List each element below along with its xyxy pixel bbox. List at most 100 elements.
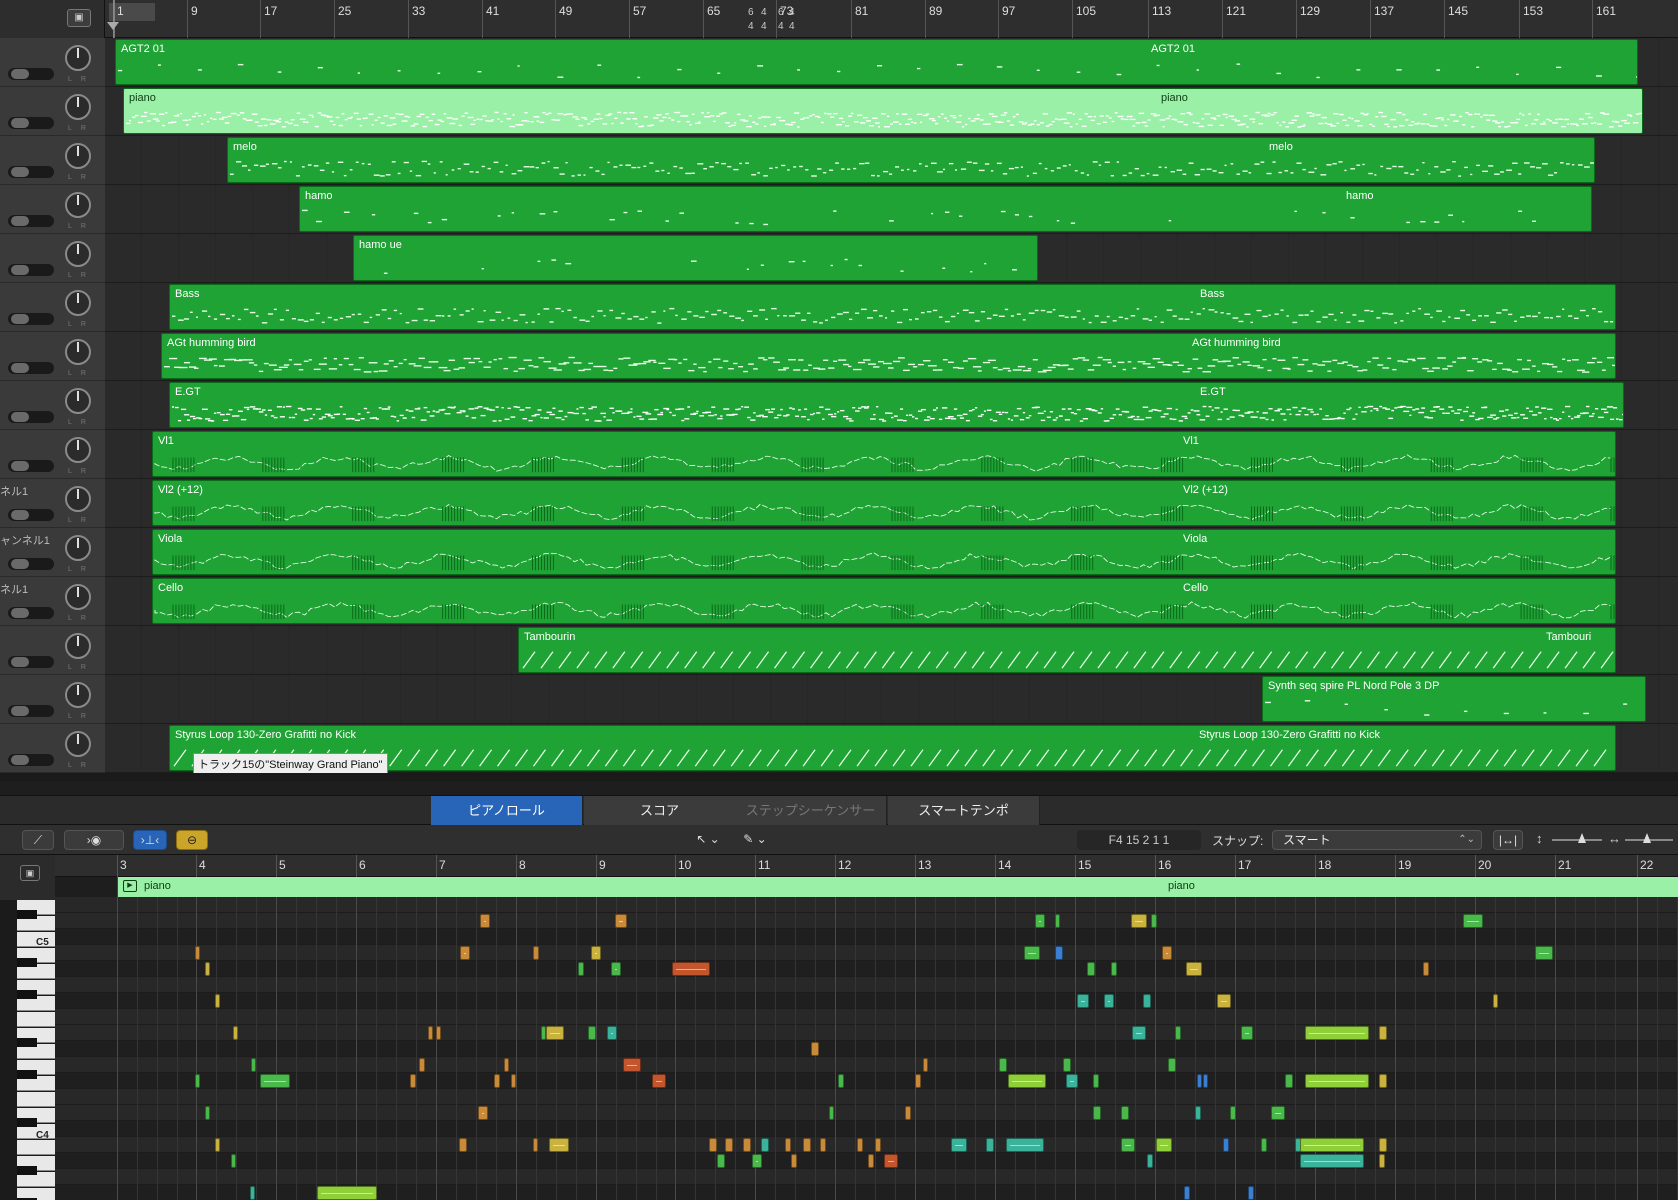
pointer-tool-menu[interactable]: ↖ ⌄ xyxy=(688,830,728,850)
pan-knob[interactable] xyxy=(65,584,91,610)
midi-note[interactable] xyxy=(915,1074,921,1088)
pencil-tool-menu[interactable]: ✎ ⌄ xyxy=(735,830,775,850)
volume-slider[interactable] xyxy=(8,166,54,178)
tracks-horizontal-scrollbar[interactable] xyxy=(0,773,1678,781)
midi-note[interactable] xyxy=(546,1026,564,1040)
black-key[interactable] xyxy=(17,1070,37,1079)
midi-note[interactable] xyxy=(1121,1138,1135,1152)
volume-slider-handle[interactable] xyxy=(11,412,29,422)
midi-note[interactable] xyxy=(1184,1186,1190,1200)
time-signature[interactable]: 6 4 xyxy=(748,6,754,34)
track-header[interactable]: LR xyxy=(0,675,105,724)
midi-note[interactable] xyxy=(1535,946,1553,960)
midi-region[interactable]: Vl1 Vl1 xyxy=(152,431,1616,477)
midi-note[interactable] xyxy=(1077,994,1089,1008)
midi-note[interactable] xyxy=(195,1074,200,1088)
midi-note[interactable] xyxy=(231,1154,236,1168)
midi-note[interactable] xyxy=(1300,1154,1364,1168)
midi-note[interactable] xyxy=(803,1138,811,1152)
midi-region[interactable]: melo melo xyxy=(227,137,1595,183)
midi-note[interactable] xyxy=(1162,946,1172,960)
midi-note[interactable] xyxy=(615,914,627,928)
volume-slider-handle[interactable] xyxy=(11,216,29,226)
white-key[interactable] xyxy=(17,1092,55,1107)
midi-note[interactable] xyxy=(195,946,200,960)
black-key[interactable] xyxy=(17,1038,37,1047)
pan-knob[interactable] xyxy=(65,45,91,71)
midi-note[interactable] xyxy=(875,1138,881,1152)
black-key[interactable] xyxy=(17,1166,37,1175)
midi-note[interactable] xyxy=(317,1186,377,1200)
midi-note[interactable] xyxy=(1055,946,1063,960)
midi-note[interactable] xyxy=(1300,1138,1364,1152)
bar-ruler[interactable]: 1 9 17 25 33 41 49 57 65 73 81 89 97 105 113 121 129 137 1… xyxy=(105,0,1678,38)
midi-region[interactable]: piano piano xyxy=(123,88,1643,134)
volume-slider[interactable] xyxy=(8,607,54,619)
midi-region[interactable]: E.GT E.GT xyxy=(169,382,1624,428)
volume-slider[interactable] xyxy=(8,705,54,717)
volume-slider-handle[interactable] xyxy=(11,118,29,128)
midi-note[interactable] xyxy=(1035,914,1045,928)
track-header[interactable]: LR xyxy=(0,724,105,773)
midi-note[interactable] xyxy=(260,1074,290,1088)
collapse-icon[interactable]: ▣ xyxy=(20,865,40,881)
volume-slider[interactable] xyxy=(8,411,54,423)
midi-region[interactable]: AGt humming bird AGt humming bird xyxy=(161,333,1616,379)
midi-note[interactable] xyxy=(533,946,539,960)
pan-knob[interactable] xyxy=(65,731,91,757)
volume-slider-handle[interactable] xyxy=(11,461,29,471)
global-tracks-button[interactable]: ▣ xyxy=(67,9,91,27)
pan-knob[interactable] xyxy=(65,682,91,708)
piano-keyboard[interactable]: C5 C4 xyxy=(0,900,55,1200)
midi-note[interactable] xyxy=(410,1074,416,1088)
volume-slider-handle[interactable] xyxy=(11,706,29,716)
midi-note[interactable] xyxy=(478,1106,488,1120)
midi-note[interactable] xyxy=(652,1074,666,1088)
midi-region[interactable]: AGT2 01 AGT2 01 xyxy=(115,39,1638,85)
midi-in-button[interactable]: ›◉ xyxy=(64,830,124,850)
midi-note[interactable] xyxy=(623,1058,641,1072)
track-header[interactable]: LR xyxy=(0,185,105,234)
track-lane[interactable]: Bass Bass xyxy=(105,283,1678,332)
midi-note[interactable] xyxy=(791,1154,797,1168)
midi-note[interactable] xyxy=(428,1026,433,1040)
midi-note[interactable] xyxy=(1197,1074,1202,1088)
track-header[interactable]: LR xyxy=(0,283,105,332)
black-key[interactable] xyxy=(17,958,37,967)
track-lane[interactable]: Cello Cello xyxy=(105,577,1678,626)
piano-roll-region-header[interactable]: ▶ piano piano xyxy=(117,877,1678,897)
midi-note[interactable] xyxy=(1066,1074,1078,1088)
midi-note[interactable] xyxy=(1217,994,1231,1008)
pan-knob[interactable] xyxy=(65,241,91,267)
track-lane[interactable]: AGt humming bird AGt humming bird xyxy=(105,332,1678,381)
midi-note[interactable] xyxy=(820,1138,826,1152)
midi-note[interactable] xyxy=(1093,1106,1101,1120)
track-header[interactable]: ネル1 LR xyxy=(0,479,105,528)
volume-slider[interactable] xyxy=(8,313,54,325)
midi-note[interactable] xyxy=(1168,1058,1176,1072)
midi-note[interactable] xyxy=(905,1106,911,1120)
volume-slider[interactable] xyxy=(8,264,54,276)
midi-note[interactable] xyxy=(591,946,601,960)
editor-tab[interactable]: スコア xyxy=(584,796,736,826)
midi-note[interactable] xyxy=(1423,962,1429,976)
midi-note[interactable] xyxy=(1379,1074,1387,1088)
volume-slider[interactable] xyxy=(8,215,54,227)
midi-note[interactable] xyxy=(717,1154,725,1168)
midi-note[interactable] xyxy=(829,1106,834,1120)
volume-slider-handle[interactable] xyxy=(11,363,29,373)
midi-note[interactable] xyxy=(752,1154,762,1168)
link-button[interactable]: ⊖ xyxy=(176,830,208,850)
track-header[interactable]: LR xyxy=(0,332,105,381)
volume-slider[interactable] xyxy=(8,509,54,521)
midi-note[interactable] xyxy=(999,1058,1007,1072)
track-header[interactable]: LR xyxy=(0,430,105,479)
midi-note[interactable] xyxy=(923,1058,928,1072)
track-lane[interactable]: hamo ue xyxy=(105,234,1678,283)
track-header[interactable]: LR xyxy=(0,136,105,185)
midi-note[interactable] xyxy=(511,1074,516,1088)
midi-region[interactable]: Bass Bass xyxy=(169,284,1616,330)
midi-note[interactable] xyxy=(811,1042,819,1056)
white-key[interactable] xyxy=(17,1140,55,1155)
track-header[interactable]: LR xyxy=(0,381,105,430)
